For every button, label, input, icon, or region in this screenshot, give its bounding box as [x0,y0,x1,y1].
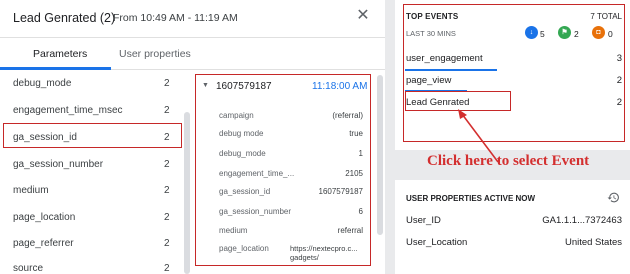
event-count: 2 [616,97,622,108]
badge-count: 5 [540,29,545,39]
parameter-row-source[interactable]: source 2 [0,257,182,274]
event-count: 3 [616,53,622,64]
detail-key: ga_session_id [219,187,271,196]
parameter-name: ga_session_number [13,159,104,170]
parameter-row-medium[interactable]: medium 2 [0,179,182,201]
detail-value: referral [337,226,363,235]
detail-key: campaign [219,111,254,120]
parameter-list-scrollbar[interactable] [184,112,190,274]
download-icon: ↓ [525,26,538,39]
user-properties-card: USER PROPERTIES ACTIVE NOW User_ID GA1.1… [395,180,630,274]
active-tab-indicator [0,67,111,70]
parameter-name: debug_mode [13,78,72,89]
parameter-name: medium [13,185,49,196]
parameter-row-engagement-time[interactable]: engagement_time_msec 2 [0,99,182,121]
tab-user-properties[interactable]: User properties [119,48,191,60]
parameter-list: debug_mode 2 engagement_time_msec 2 ga_s… [0,72,182,274]
event-bar [405,69,497,71]
detail-value: 6 [358,207,363,216]
time-range: From 10:49 AM - 11:19 AM [113,12,238,24]
tab-bar: Parameters User properties [0,38,385,70]
detail-key: ga_session_number [219,207,292,216]
event-details-panel: Lead Genrated (2) From 10:49 AM - 11:19 … [0,0,385,274]
event-row-user-engagement[interactable]: user_engagement 3 [405,50,622,70]
detail-key: page_location [219,244,269,253]
event-bar [405,90,467,92]
parameter-name: ga_session_id [13,132,77,143]
parameter-name: source [13,263,44,274]
detail-value: (referral) [332,111,363,120]
detail-key: debug mode [219,129,264,138]
event-row-lead-genrated[interactable]: Lead Genrated 2 [405,94,622,114]
top-events-title: TOP EVENTS [406,12,459,21]
parameter-count: 2 [164,263,170,274]
user-property-key: User_Location [406,237,468,248]
badge-count: 0 [608,29,613,39]
detail-value: true [349,129,363,138]
parameter-count: 2 [164,185,170,196]
parameter-row-ga-session-number[interactable]: ga_session_number 2 [0,153,182,175]
annotation-text: Click here to select Event [427,153,590,169]
user-property-row: User_ID GA1.1.1...7372463 [395,211,630,233]
detail-time: 11:18:00 AM [312,81,368,92]
cart-icon: ◘ [592,26,605,39]
top-events-card: TOP EVENTS 7 TOTAL LAST 30 MINS ↓ 5 ⚑ 2 … [395,0,630,150]
detail-id: 1607579187 [216,81,272,92]
parameter-row-debug-mode[interactable]: debug_mode 2 [0,72,182,94]
event-count: 2 [616,75,622,86]
parameter-count: 2 [164,159,170,170]
user-property-key: User_ID [406,215,441,226]
user-properties-title: USER PROPERTIES ACTIVE NOW [406,194,536,203]
parameter-name: page_referrer [13,238,74,249]
parameter-name: page_location [13,212,76,223]
detail-key: debug_mode [219,149,266,158]
parameter-count: 2 [164,105,170,116]
detail-header[interactable]: ▼ 1607579187 11:18:00 AM [196,75,371,97]
parameter-row-page-referrer[interactable]: page_referrer 2 [0,232,182,254]
top-events-total: 7 TOTAL [590,12,622,21]
detail-scrollbar[interactable] [377,75,383,235]
event-row-page-view[interactable]: page_view 2 [405,72,622,92]
panel-header: Lead Genrated (2) From 10:49 AM - 11:19 … [0,0,385,38]
detail-value: 1607579187 [318,187,364,196]
parameter-row-ga-session-id[interactable]: ga_session_id 2 [0,126,182,148]
panel-title: Lead Genrated (2) [13,11,116,25]
tab-parameters[interactable]: Parameters [33,48,87,60]
detail-url-value[interactable]: https://nextecpro.c... gadgets/ [290,244,365,262]
parameter-name: engagement_time_msec [13,105,123,116]
history-icon[interactable] [607,191,620,204]
close-icon[interactable]: ✕ [355,8,371,24]
event-name: page_view [406,75,452,86]
parameter-count: 2 [164,212,170,223]
detail-value: 1 [358,149,363,158]
parameter-count: 2 [164,238,170,249]
flag-icon: ⚑ [558,26,571,39]
event-name: user_engagement [406,53,483,64]
detail-key: engagement_time_... [219,169,295,178]
parameter-row-page-location[interactable]: page_location 2 [0,206,182,228]
parameter-count: 2 [164,132,170,143]
detail-value: 2105 [345,169,363,178]
collapse-caret-icon[interactable]: ▼ [202,82,209,89]
badge-count: 2 [574,29,579,39]
top-events-timeframe: LAST 30 MINS [406,29,456,38]
user-property-value: GA1.1.1...7372463 [542,215,622,226]
user-property-row: User_Location United States [395,233,630,255]
parameter-detail-card: ▼ 1607579187 11:18:00 AM campaign (refer… [196,75,371,265]
detail-key: medium [219,226,248,235]
parameter-count: 2 [164,78,170,89]
user-property-value: United States [564,237,622,248]
